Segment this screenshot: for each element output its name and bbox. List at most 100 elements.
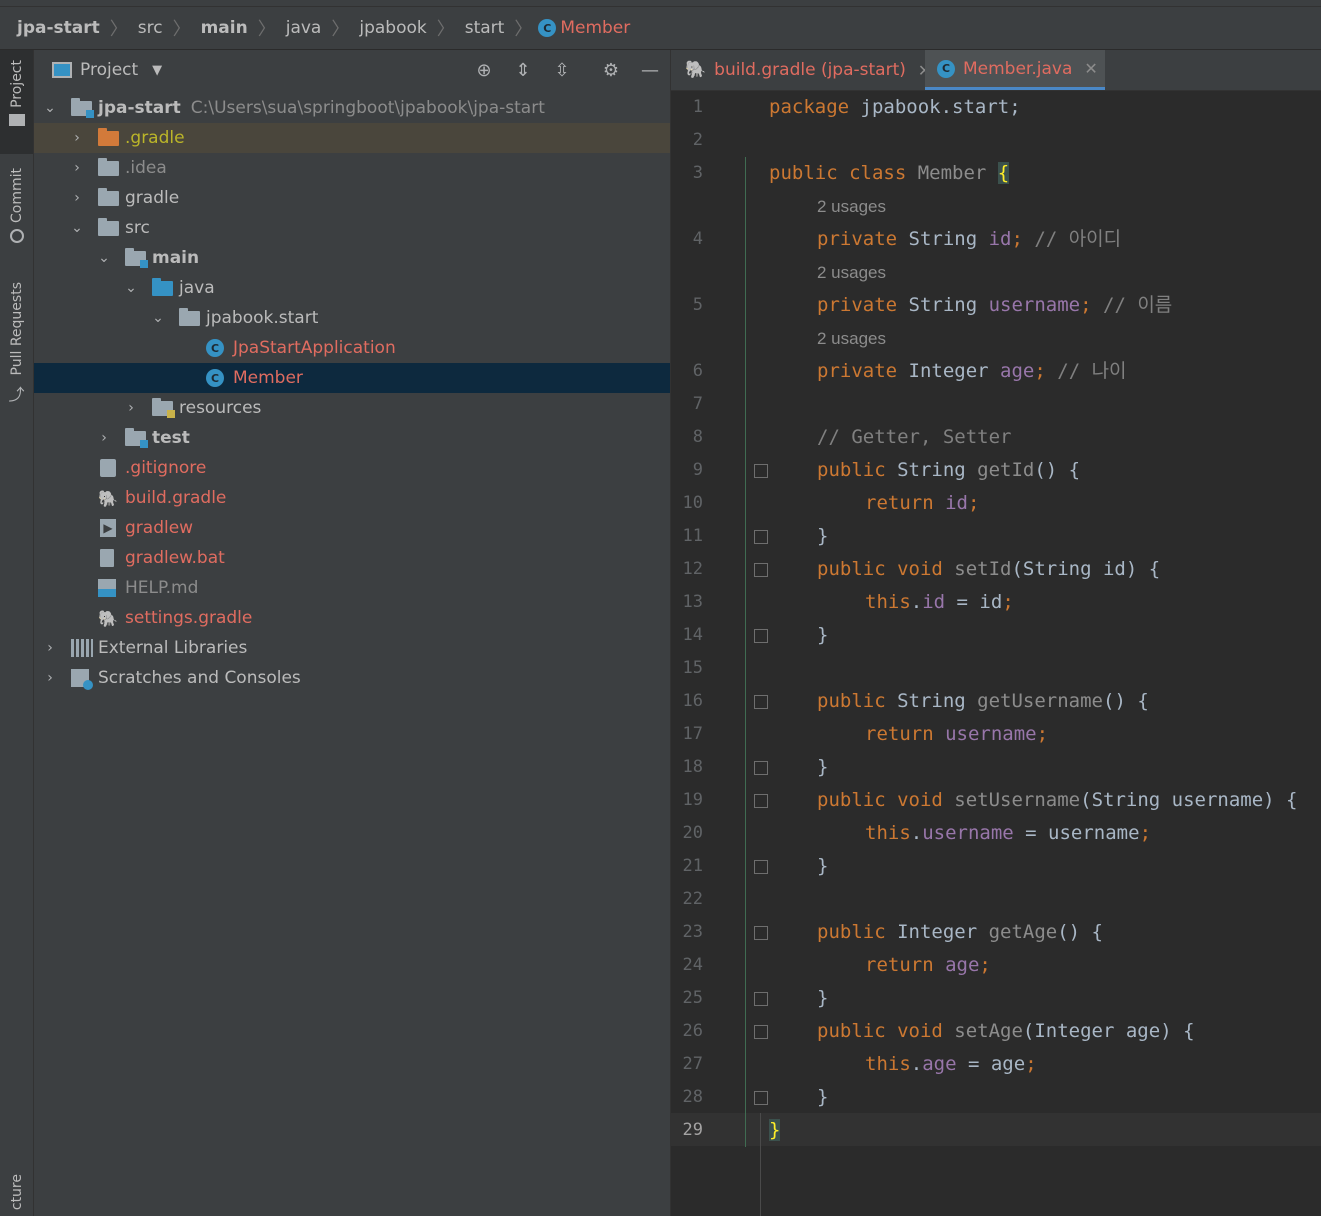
- tree-item-src[interactable]: ⌄ src: [34, 213, 670, 243]
- tree-item-build-gradle[interactable]: 🐘 build.gradle: [34, 483, 670, 513]
- fold-icon[interactable]: [754, 794, 768, 808]
- tree-item-dot-gradle[interactable]: › .gradle: [34, 123, 670, 153]
- tool-tab-pull-requests[interactable]: Pull Requests ⤴: [0, 282, 33, 412]
- chevron-right-icon: 〉: [514, 19, 533, 40]
- breadcrumb-item-member[interactable]: Member: [556, 18, 634, 38]
- breadcrumb-item-java[interactable]: java: [282, 18, 326, 38]
- tree-item-test[interactable]: › test: [34, 423, 670, 453]
- tree-item-label: gradlew: [125, 518, 194, 538]
- gear-icon[interactable]: ⚙: [599, 58, 623, 82]
- tree-item-resources[interactable]: › resources: [34, 393, 670, 423]
- project-view-selector[interactable]: Project: [80, 60, 138, 80]
- fold-icon[interactable]: [754, 761, 768, 775]
- tree-item-main[interactable]: ⌄ main: [34, 243, 670, 273]
- tree-item-help-md[interactable]: HELP.md: [34, 573, 670, 603]
- chevron-down-icon[interactable]: ⌄: [96, 243, 112, 273]
- chevron-right-icon[interactable]: ›: [69, 153, 85, 183]
- chevron-down-icon[interactable]: ▼: [152, 63, 162, 78]
- tree-item-project-root[interactable]: ⌄ jpa-start C:\Users\sua\springboot\jpabo…: [34, 93, 670, 123]
- tab-member-java[interactable]: C Member.java ✕: [925, 50, 1105, 90]
- code-token: ;: [979, 954, 991, 976]
- breadcrumb-item-jpabook[interactable]: jpabook: [355, 18, 430, 38]
- tree-item-gradle[interactable]: › gradle: [34, 183, 670, 213]
- code-token: setUsername: [942, 789, 1081, 811]
- tree-item-member[interactable]: C Member: [34, 363, 670, 393]
- breadcrumb-item-project[interactable]: jpa-start: [0, 18, 104, 38]
- line-number: 21: [682, 856, 703, 876]
- chevron-right-icon[interactable]: ›: [123, 393, 139, 423]
- tree-item-java[interactable]: ⌄ java: [34, 273, 670, 303]
- code-line: }: [817, 756, 829, 778]
- hide-panel-icon[interactable]: —: [638, 58, 662, 82]
- usages-hint[interactable]: 2 usages: [817, 190, 886, 223]
- code-token: this: [865, 591, 911, 613]
- expand-all-icon[interactable]: ⇕: [511, 58, 535, 82]
- chevron-down-icon[interactable]: ⌄: [150, 303, 166, 333]
- breadcrumb-item-src[interactable]: src: [134, 18, 167, 38]
- line-number: 23: [682, 922, 703, 942]
- tool-tab-structure[interactable]: cture: [0, 1174, 33, 1216]
- chevron-down-icon[interactable]: ⌄: [123, 273, 139, 303]
- tree-item-label: build.gradle: [125, 488, 227, 508]
- code-token: getUsername: [977, 690, 1103, 712]
- close-icon[interactable]: ✕: [1084, 59, 1097, 78]
- tree-item-scratches[interactable]: › Scratches and Consoles: [34, 663, 670, 693]
- usages-hint[interactable]: 2 usages: [817, 256, 886, 289]
- breadcrumb-item-main[interactable]: main: [197, 18, 252, 38]
- usages-hint[interactable]: 2 usages: [817, 322, 886, 355]
- tree-item-label: .gradle: [125, 128, 185, 148]
- chevron-down-icon[interactable]: ⌄: [42, 93, 58, 123]
- tool-tab-commit[interactable]: Commit: [0, 168, 33, 258]
- code-token: private: [817, 294, 898, 316]
- code-line: }: [817, 525, 829, 547]
- code-token: public void: [817, 789, 943, 811]
- chevron-right-icon[interactable]: ›: [42, 663, 58, 693]
- fold-icon[interactable]: [754, 860, 768, 874]
- line-number: 2: [692, 130, 703, 150]
- tree-item-gradlew-bat[interactable]: gradlew.bat: [34, 543, 670, 573]
- code-token: Member: [906, 162, 998, 184]
- tool-tab-project[interactable]: Project: [0, 50, 33, 154]
- fold-icon[interactable]: [754, 563, 768, 577]
- collapse-all-icon[interactable]: ⇳: [550, 58, 574, 82]
- chevron-down-icon[interactable]: ⌄: [69, 213, 85, 243]
- tree-item-gradlew[interactable]: ▶ gradlew: [34, 513, 670, 543]
- chevron-right-icon: 〉: [331, 19, 350, 40]
- fold-icon[interactable]: [754, 695, 768, 709]
- code-token: public: [817, 459, 886, 481]
- tree-item-package[interactable]: ⌄ jpabook.start: [34, 303, 670, 333]
- tree-item-label: Member: [233, 368, 303, 388]
- fold-icon[interactable]: [754, 464, 768, 478]
- fold-icon[interactable]: [754, 992, 768, 1006]
- chevron-right-icon[interactable]: ›: [69, 183, 85, 213]
- chevron-right-icon[interactable]: ›: [96, 423, 112, 453]
- tree-item-external-libraries[interactable]: › External Libraries: [34, 633, 670, 663]
- tab-build-gradle[interactable]: 🐘 build.gradle (jpa-start) ✕: [671, 50, 931, 90]
- fold-icon[interactable]: [754, 926, 768, 940]
- tree-item-jpa-start-application[interactable]: C JpaStartApplication: [34, 333, 670, 363]
- tree-item-idea[interactable]: › .idea: [34, 153, 670, 183]
- code-token: ;: [967, 492, 980, 514]
- tool-tab-structure-label: cture: [8, 1174, 25, 1211]
- class-c-icon: C: [206, 369, 224, 387]
- fold-icon[interactable]: [754, 1025, 768, 1039]
- line-number: 20: [682, 823, 703, 843]
- breadcrumb-item-start[interactable]: start: [461, 18, 509, 38]
- fold-icon[interactable]: [754, 1091, 768, 1105]
- locate-file-icon[interactable]: ⊕: [472, 58, 496, 82]
- tree-item-label: Scratches and Consoles: [98, 668, 301, 688]
- code-token: public: [817, 690, 886, 712]
- chevron-right-icon: 〉: [109, 19, 128, 40]
- fold-icon[interactable]: [754, 530, 768, 544]
- tree-item-gitignore[interactable]: .gitignore: [34, 453, 670, 483]
- code-token: }: [769, 1119, 781, 1141]
- fold-icon[interactable]: [754, 629, 768, 643]
- code-token: () {: [1034, 459, 1081, 481]
- line-number: 26: [682, 1021, 703, 1041]
- tree-item-label: gradlew.bat: [125, 548, 225, 568]
- code-line: public void setUsername(String username)…: [817, 784, 1297, 817]
- chevron-right-icon[interactable]: ›: [69, 123, 85, 153]
- tree-item-settings-gradle[interactable]: 🐘 settings.gradle: [34, 603, 670, 633]
- line-number: 17: [682, 724, 703, 744]
- chevron-right-icon[interactable]: ›: [42, 633, 58, 663]
